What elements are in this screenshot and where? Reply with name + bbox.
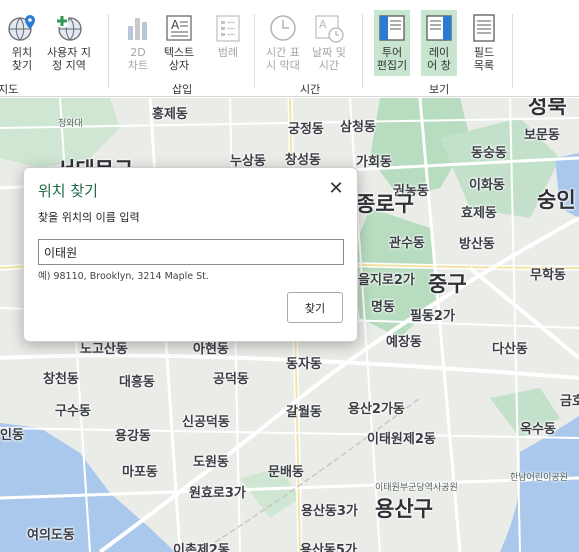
place-label: 방산동 xyxy=(459,237,495,252)
place-label: 관수동 xyxy=(389,236,425,251)
place-label: 청와대 xyxy=(58,119,83,129)
place-label: 용강동 xyxy=(115,429,151,444)
2d-chart-label: 2D 차트 xyxy=(127,46,149,72)
place-label: 마포동 xyxy=(122,465,158,480)
place-label: 창천동 xyxy=(43,372,79,387)
time-bar-button[interactable]: 시간 표 시 막대 xyxy=(266,12,300,72)
place-label: 다산동 xyxy=(492,342,528,357)
ribbon-separator xyxy=(108,14,109,88)
layer-pane-icon xyxy=(423,12,455,44)
place-label: 갈월동 xyxy=(286,405,322,420)
group-label-view: 보기 xyxy=(429,83,450,96)
layer-pane-button[interactable]: 레이 어 창 xyxy=(421,10,457,76)
place-label: 한남어린이공원 xyxy=(510,473,568,483)
place-label: 무학동 xyxy=(530,268,566,283)
field-list-icon xyxy=(468,12,500,44)
place-label: 용산2가동 xyxy=(348,402,405,417)
place-label: 이화동 xyxy=(469,178,505,193)
globe-pin-icon xyxy=(6,12,38,44)
legend-button[interactable]: 범례 xyxy=(212,12,244,59)
ribbon-separator xyxy=(512,14,513,88)
dialog-hint: 예) 98110, Brooklyn, 3214 Maple St. xyxy=(38,271,209,282)
field-list-button[interactable]: 필드 목록 xyxy=(468,12,500,72)
find-button[interactable]: 찾기 xyxy=(287,292,343,323)
date-time-icon: A xyxy=(313,12,345,44)
tour-editor-button[interactable]: 투어 편집기 xyxy=(374,10,410,76)
ribbon-separator xyxy=(254,14,255,88)
tour-editor-icon xyxy=(376,12,408,44)
custom-region-button[interactable]: 사용자 지 정 지역 xyxy=(47,12,91,72)
dialog-prompt: 찾을 위치의 이름 입력 xyxy=(38,211,140,224)
legend-icon xyxy=(212,12,244,44)
place-label: 구수동 xyxy=(55,404,91,419)
text-box-icon: A xyxy=(163,12,195,44)
2d-chart-button[interactable]: 2D 차트 xyxy=(122,12,154,72)
place-label: 창성동 xyxy=(285,153,321,168)
place-label: 이촌제2동 xyxy=(173,543,230,552)
place-label: 원효로3가 xyxy=(189,486,246,501)
place-label: 용산동3가 xyxy=(301,504,358,519)
place-label: 동자동 xyxy=(286,357,322,372)
place-label: 필동2가 xyxy=(410,309,455,324)
place-label: 여의도동 xyxy=(27,528,75,543)
place-label: 효제동 xyxy=(461,206,497,221)
place-label: 궁정동 xyxy=(288,122,324,137)
place-label: 이태원제2동 xyxy=(367,432,436,447)
find-location-button[interactable]: 위치 찾기 xyxy=(6,12,38,72)
place-label: 중구 xyxy=(428,272,467,296)
place-label: 대흥동 xyxy=(119,375,155,390)
place-label: 종로구 xyxy=(356,192,414,216)
place-label: 신공덕동 xyxy=(182,415,230,430)
place-label: 홍제동 xyxy=(152,107,188,122)
find-location-dialog: 위치 찾기 ✕ 찾을 위치의 이름 입력 예) 98110, Brooklyn,… xyxy=(23,167,358,342)
place-label: 을지로2가 xyxy=(358,273,415,288)
custom-region-label: 사용자 지 정 지역 xyxy=(47,46,91,72)
tour-editor-label: 투어 편집기 xyxy=(376,46,408,72)
group-label-time: 시간 xyxy=(300,83,321,96)
place-label: 삼청동 xyxy=(340,120,376,135)
layer-pane-label: 레이 어 창 xyxy=(427,46,451,72)
legend-label: 범례 xyxy=(217,46,239,59)
find-location-label: 위치 찾기 xyxy=(11,46,33,72)
place-label: 이태원부군당역사공원 xyxy=(375,483,458,493)
bar-chart-icon xyxy=(122,12,154,44)
globe-add-icon xyxy=(53,12,85,44)
place-label: 문배동 xyxy=(268,465,304,480)
svg-text:A: A xyxy=(171,18,180,32)
group-label-insert: 삽입 xyxy=(172,83,193,96)
place-label: 공덕동 xyxy=(213,372,249,387)
svg-text:A: A xyxy=(319,18,327,31)
clock-icon xyxy=(267,12,299,44)
place-label: 가회동 xyxy=(356,155,392,170)
date-time-label: 날짜 및 시간 xyxy=(312,46,346,72)
place-label: 예장동 xyxy=(386,335,422,350)
time-bar-label: 시간 표 시 막대 xyxy=(266,46,300,72)
place-label: 성북 xyxy=(528,98,567,118)
text-box-label: 텍스트 상자 xyxy=(163,46,195,72)
field-list-label: 필드 목록 xyxy=(473,46,495,72)
place-label: 숭인 xyxy=(537,188,576,212)
group-label-map: 지도 xyxy=(0,83,19,96)
close-icon[interactable]: ✕ xyxy=(325,178,347,200)
location-search-input[interactable] xyxy=(38,239,344,265)
date-time-button[interactable]: A 날짜 및 시간 xyxy=(312,12,346,72)
text-box-button[interactable]: A 텍스트 상자 xyxy=(163,12,195,72)
place-label: 동숭동 xyxy=(471,146,507,161)
place-label: 용산동5가 xyxy=(300,543,357,552)
place-label: 명동 xyxy=(371,300,395,315)
dialog-title: 위치 찾기 xyxy=(38,182,98,200)
ribbon: 위치 찾기 사용자 지 정 지역 2D 차트 A 텍스트 상자 범례 시간 표 … xyxy=(0,0,579,97)
place-label: 도원동 xyxy=(193,455,229,470)
place-label: 인동 xyxy=(0,428,24,443)
place-label: 용산구 xyxy=(375,497,433,521)
place-label: 보문동 xyxy=(524,128,560,143)
place-label: 금호 xyxy=(560,394,579,409)
ribbon-separator xyxy=(362,14,363,88)
place-label: 옥수동 xyxy=(520,422,556,437)
